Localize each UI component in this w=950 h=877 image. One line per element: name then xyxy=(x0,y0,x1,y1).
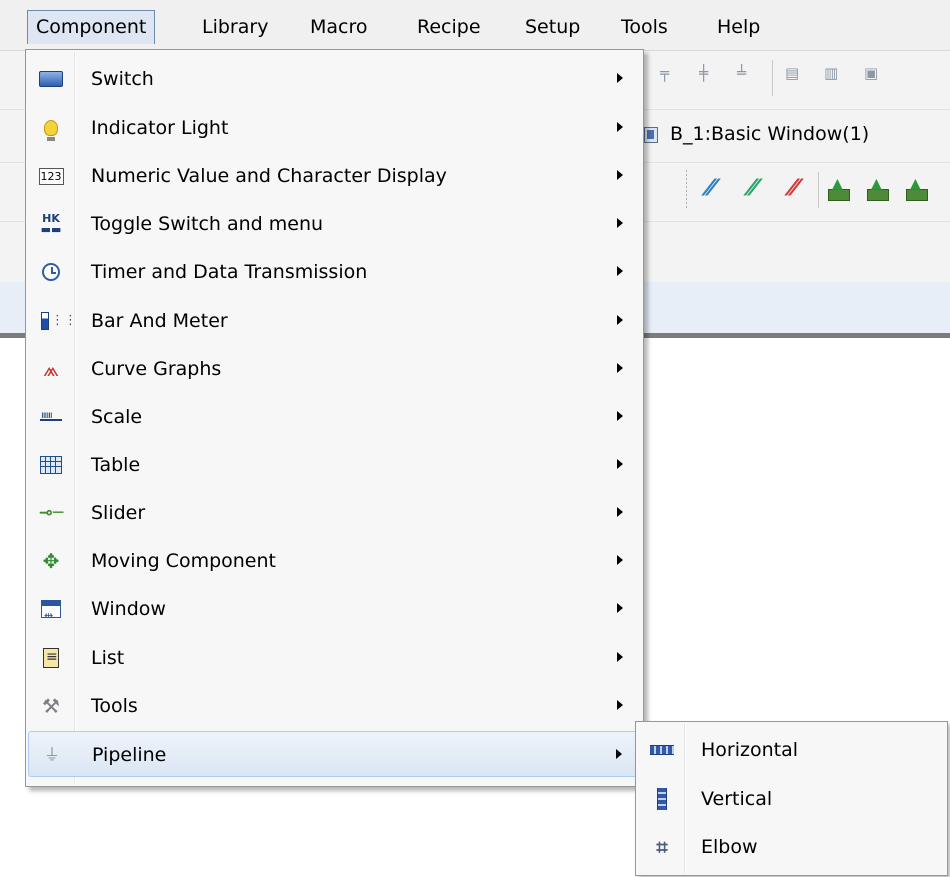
numeric-123-icon: 123 xyxy=(38,167,64,185)
vertical-pipe-icon xyxy=(650,787,674,811)
submenu-item-label: Horizontal xyxy=(701,739,799,761)
upload-tray-icon[interactable] xyxy=(827,176,851,202)
menu-item-numeric-display[interactable]: 123 Numeric Value and Character Display xyxy=(28,153,641,199)
submenu-item-vertical[interactable]: Vertical xyxy=(638,775,945,823)
menu-component[interactable]: Component xyxy=(27,10,156,44)
submenu-arrow-icon xyxy=(617,459,623,469)
switch-icon xyxy=(39,67,63,91)
window-tab-title[interactable]: B_1:Basic Window(1) xyxy=(670,123,869,145)
toolbar-separator-2 xyxy=(818,172,819,208)
submenu-item-elbow[interactable]: ⌗ Elbow xyxy=(638,823,945,871)
submenu-item-label: Vertical xyxy=(701,788,773,810)
menu-help[interactable]: Help xyxy=(709,10,768,44)
menu-item-label: Toggle Switch and menu xyxy=(91,213,324,235)
menu-item-moving-component[interactable]: ✥ Moving Component xyxy=(28,538,641,584)
menu-item-tools[interactable]: ⚒ Tools xyxy=(28,683,641,729)
wand-red-icon[interactable]: ⁄⁄ xyxy=(781,176,807,202)
same-size-icon[interactable]: ▣ xyxy=(864,64,878,82)
align-top-icon[interactable]: ╤ xyxy=(660,64,669,82)
menu-item-label: Moving Component xyxy=(91,550,276,572)
window-document-icon xyxy=(644,127,658,143)
menu-item-table[interactable]: Table xyxy=(28,442,641,488)
menu-item-label: Timer and Data Transmission xyxy=(91,261,368,283)
clock-icon xyxy=(39,260,63,284)
menu-item-label: Tools xyxy=(91,695,138,717)
distribute-v-icon[interactable]: ▥ xyxy=(824,64,838,82)
menu-item-label: Curve Graphs xyxy=(91,358,222,380)
submenu-item-label: Elbow xyxy=(701,836,758,858)
menu-item-scale[interactable]: Scale xyxy=(28,394,641,440)
move-arrows-icon: ✥ xyxy=(42,549,60,573)
wand-blue-icon[interactable]: ⁄⁄ xyxy=(698,176,724,202)
menu-item-timer[interactable]: Timer and Data Transmission xyxy=(28,249,641,295)
menu-item-bar-meter[interactable]: Bar And Meter xyxy=(28,298,641,344)
submenu-arrow-icon xyxy=(617,507,623,517)
bar-meter-icon xyxy=(39,309,77,333)
align-center-icon[interactable]: ╪ xyxy=(699,64,708,82)
light-bulb-icon xyxy=(39,116,63,141)
submenu-arrow-icon xyxy=(617,266,623,276)
tools-icon: ⚒ xyxy=(42,694,60,718)
menu-item-label: List xyxy=(91,647,125,669)
menu-item-label: Slider xyxy=(91,502,146,524)
menu-item-pipeline[interactable]: ⏚ Pipeline xyxy=(28,731,641,777)
submenu-arrow-icon xyxy=(617,170,623,180)
submenu-arrow-icon xyxy=(617,700,623,710)
download-tray-icon[interactable] xyxy=(866,176,890,202)
export-tray-icon[interactable] xyxy=(905,176,929,202)
submenu-arrow-icon xyxy=(617,315,623,325)
submenu-item-horizontal[interactable]: Horizontal xyxy=(638,726,945,774)
menu-item-label: Window xyxy=(91,598,166,620)
submenu-arrow-icon xyxy=(616,749,622,759)
menu-item-label: Indicator Light xyxy=(91,117,229,139)
menu-item-window[interactable]: Window xyxy=(28,586,641,632)
distribute-h-icon[interactable]: ▤ xyxy=(785,64,799,82)
menu-setup[interactable]: Setup xyxy=(517,10,588,44)
menu-bar: Component Library Macro Recipe Setup Too… xyxy=(0,0,950,51)
slider-icon: ⊸─ xyxy=(38,503,64,523)
window-icon xyxy=(39,597,63,628)
menu-item-slider[interactable]: ⊸─ Slider xyxy=(28,490,641,536)
elbow-pipe-icon: ⌗ xyxy=(656,835,668,859)
toolbar-grip xyxy=(686,170,687,210)
menu-item-label: Switch xyxy=(91,68,154,90)
scale-ruler-icon xyxy=(39,404,63,429)
menu-macro[interactable]: Macro xyxy=(302,10,376,44)
menu-library[interactable]: Library xyxy=(194,10,276,44)
table-grid-icon xyxy=(39,453,63,477)
menu-item-indicator-light[interactable]: Indicator Light xyxy=(28,105,641,151)
wand-green-icon[interactable]: ⁄⁄ xyxy=(740,176,766,202)
submenu-arrow-icon xyxy=(617,603,623,613)
menu-item-curve-graphs[interactable]: ⩕ Curve Graphs xyxy=(28,346,641,392)
menu-tools[interactable]: Tools xyxy=(613,10,676,44)
submenu-arrow-icon xyxy=(617,652,623,662)
list-icon xyxy=(39,646,63,670)
menu-item-label: Table xyxy=(91,454,141,476)
menu-item-toggle-switch[interactable]: HK ▬▬ Toggle Switch and menu xyxy=(28,201,641,247)
submenu-arrow-icon xyxy=(617,122,623,132)
component-menu: Switch Indicator Light 123 Numeric Value… xyxy=(25,49,644,787)
submenu-arrow-icon xyxy=(617,73,623,83)
submenu-arrow-icon xyxy=(617,218,623,228)
menu-recipe[interactable]: Recipe xyxy=(409,10,489,44)
pipeline-submenu: Horizontal Vertical ⌗ Elbow xyxy=(635,721,948,876)
menu-item-label: Bar And Meter xyxy=(91,310,228,332)
menu-item-label: Scale xyxy=(91,406,143,428)
submenu-arrow-icon xyxy=(617,555,623,565)
menu-item-label: Numeric Value and Character Display xyxy=(91,165,447,187)
horizontal-pipe-icon xyxy=(650,738,674,762)
toolbar-separator xyxy=(772,60,773,96)
submenu-arrow-icon xyxy=(617,363,623,373)
submenu-arrow-icon xyxy=(617,411,623,421)
align-bottom-icon[interactable]: ╧ xyxy=(737,64,746,82)
curve-graph-icon: ⩕ xyxy=(43,357,59,381)
menu-item-switch[interactable]: Switch xyxy=(28,56,641,102)
toggle-switch-icon: HK ▬▬ xyxy=(40,212,62,236)
menu-item-label: Pipeline xyxy=(92,744,167,766)
pipeline-icon: ⏚ xyxy=(43,745,60,764)
menu-item-list[interactable]: List xyxy=(28,635,641,681)
